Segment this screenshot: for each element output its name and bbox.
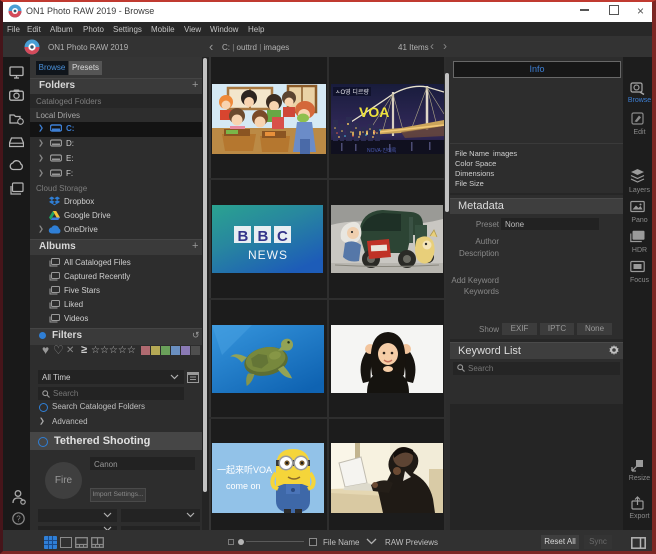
svg-text:NOVA·진테록: NOVA·진테록 <box>367 147 397 154</box>
svg-text:B: B <box>258 228 269 245</box>
svg-text:VOA: VOA <box>359 104 389 120</box>
svg-text:一起来听VOA: 一起来听VOA <box>217 465 272 475</box>
svg-text:come on: come on <box>226 481 261 491</box>
svg-text:ㅅO영 디르량: ㅅO영 디르량 <box>335 88 369 96</box>
svg-text:NEWS: NEWS <box>248 248 288 262</box>
svg-text:C: C <box>277 228 288 245</box>
svg-text:B: B <box>238 228 249 245</box>
svg-text:?: ? <box>16 514 21 523</box>
